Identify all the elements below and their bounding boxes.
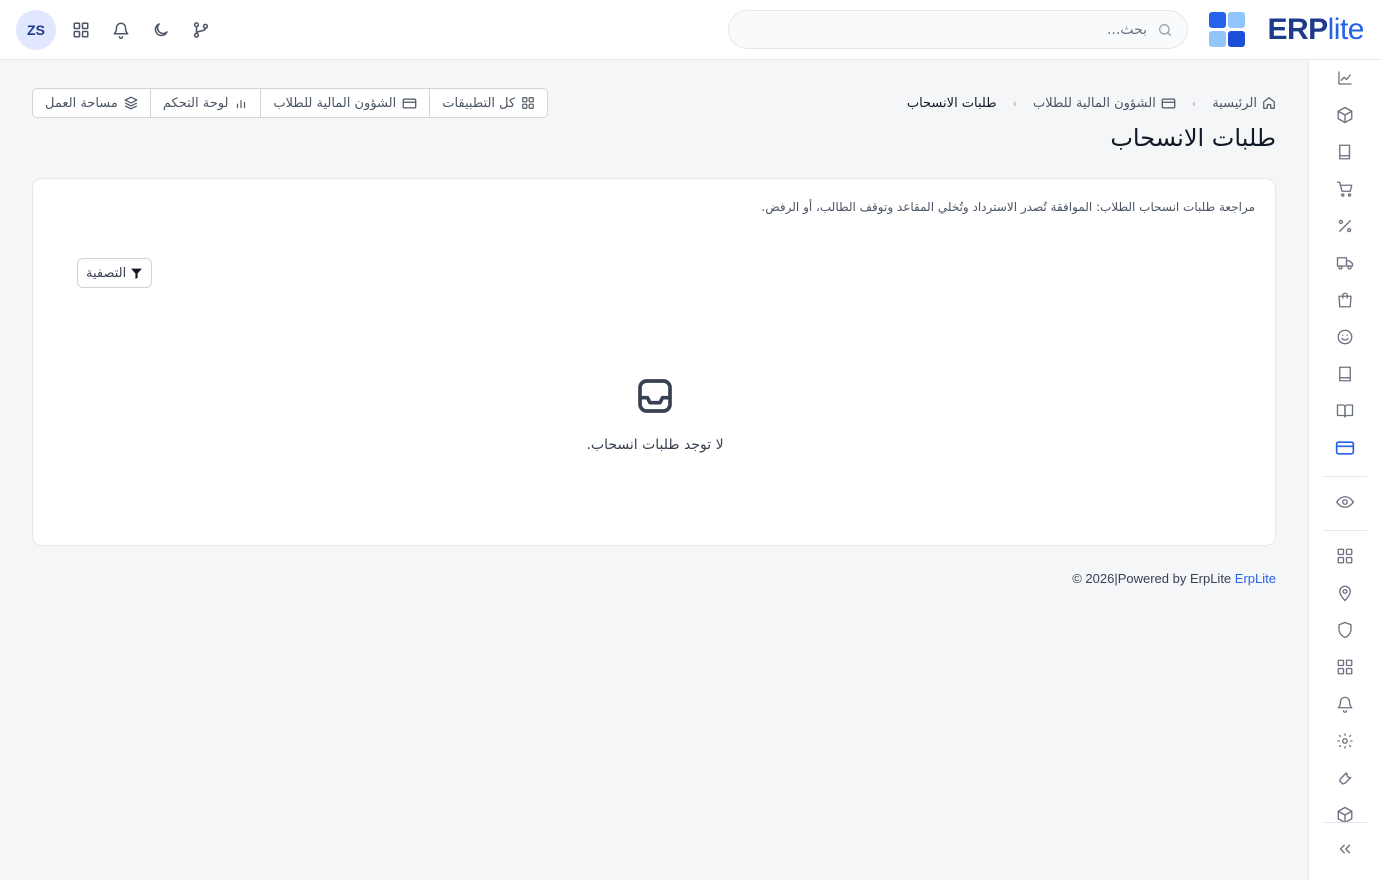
top-header: ERPlite ZS [0,0,1380,60]
grid-icon [1337,548,1353,564]
home-icon [1263,97,1275,109]
sidebar-divider [1323,476,1367,477]
app-tabs: مساحة العمل لوحة التحكم الشؤون المالية ل… [32,88,549,118]
tab-workspace-label: مساحة العمل [45,95,118,111]
git-branch-icon [193,22,209,38]
box-icon [1337,106,1353,124]
sidebar-item-reports[interactable] [1335,68,1355,88]
avatar[interactable]: ZS [16,10,56,50]
bar-chart-icon [237,100,246,109]
footer-link[interactable]: ErpLite [1235,571,1276,586]
breadcrumb-home[interactable]: الرئيسية [1212,96,1276,111]
sidebar-item-library[interactable] [1335,401,1355,421]
sidebar-item-student-finance[interactable] [1335,438,1355,458]
shopping-bag-icon [1338,292,1352,308]
credit-card-icon [402,98,417,108]
sidebar-item-apps[interactable] [1335,546,1355,566]
breadcrumb-section-label: الشؤون المالية للطلاب [1033,95,1156,111]
breadcrumb-home-label: الرئيسية [1212,95,1257,111]
theme-toggle-button[interactable] [141,10,181,50]
settings-icon [1337,733,1353,749]
shield-icon [1338,621,1352,639]
grid-icon [522,97,535,109]
book-icon [1339,144,1351,160]
logo-text: ERPlite [1267,13,1364,46]
empty-state-text: لا توجد طلبات انسحاب. [586,437,724,453]
breadcrumb-section[interactable]: الشؤون المالية للطلاب [1033,96,1176,111]
sidebar-item-notifications[interactable] [1335,694,1355,714]
tab-all-apps[interactable]: كل التطبيقات [430,89,547,117]
footer-text: © 2026|Powered by ErpLite [1072,571,1232,586]
credit-card-icon [1335,441,1355,455]
sidebar-item-security[interactable] [1335,620,1355,640]
search-input[interactable] [767,19,1147,41]
card-description: مراجعة طلبات انسحاب الطلاب: الموافقة تُص… [761,200,1255,214]
filter-icon [131,268,143,279]
chevron-left-icon: ‹ [1191,96,1197,110]
truck-icon [1336,257,1354,270]
filter-button[interactable]: التصفية [77,258,153,288]
map-pin-icon [1339,585,1351,602]
withdrawals-card: مراجعة طلبات انسحاب الطلاب: الموافقة تُص… [32,178,1276,546]
tab-dashboard-label: لوحة التحكم [162,95,229,111]
chart-icon [1338,71,1352,85]
sidebar-item-customers[interactable] [1335,327,1355,347]
sidebar-item-delivery[interactable] [1335,253,1355,273]
tab-all-apps-label: كل التطبيقات [442,95,516,111]
sidebar-item-inventory[interactable] [1335,105,1355,125]
tab-dashboard[interactable]: لوحة التحكم [151,89,262,117]
bell-icon [1337,696,1353,713]
sidebar-item-purchases[interactable] [1335,290,1355,310]
sidebar-item-locations[interactable] [1335,583,1355,603]
tab-student-finance[interactable]: الشؤون المالية للطلاب [261,89,431,117]
git-branch-button[interactable] [181,10,221,50]
apps-grid-icon [73,22,89,38]
tab-student-finance-label: الشؤون المالية للطلاب [273,95,397,111]
search-box[interactable] [728,10,1188,49]
sidebar-collapse-button[interactable] [1335,839,1355,859]
book-open-icon [1336,404,1354,418]
grid-icon [1337,659,1353,675]
notebook-icon [1339,366,1351,382]
eye-icon [1336,496,1354,508]
logo-mark-icon [1209,12,1247,48]
smile-icon [1337,329,1353,345]
sidebar-item-modules[interactable] [1335,657,1355,677]
percent-icon [1338,219,1352,233]
apps-button[interactable] [61,10,101,50]
credit-card-icon [1161,98,1176,108]
search-icon [1157,22,1173,38]
sidebar-item-settings[interactable] [1335,731,1355,751]
breadcrumb-current: طلبات الانسحاب [906,95,997,111]
sidebar-item-preview[interactable] [1335,492,1355,512]
layers-icon [124,96,138,110]
moon-icon [154,23,168,37]
page-title: طلبات الانسحاب [1110,124,1276,152]
sidebar-divider [1323,822,1367,823]
app-logo[interactable]: ERPlite [1209,11,1365,49]
sidebar-divider [1323,530,1367,531]
sidebar-item-discounts[interactable] [1335,216,1355,236]
sidebar [1308,60,1380,880]
tab-workspace[interactable]: مساحة العمل [33,89,151,117]
breadcrumb: الرئيسية ‹ الشؤون المالية للطلاب ‹ طلبات… [907,93,1276,113]
footer: © 2026|Powered by ErpLite ErpLite [1072,571,1276,586]
cart-icon [1336,181,1353,197]
inbox-icon [635,376,675,416]
chevrons-right-icon [1339,844,1351,854]
sidebar-item-sales[interactable] [1335,179,1355,199]
sidebar-item-tools[interactable] [1335,768,1355,788]
filter-button-label: التصفية [86,265,127,281]
notifications-button[interactable] [101,10,141,50]
sidebar-item-courses[interactable] [1335,364,1355,384]
chevron-left-icon: ‹ [1012,96,1017,110]
sidebar-item-accounting[interactable] [1335,142,1355,162]
bell-icon [113,22,129,39]
wrench-icon [1339,772,1352,785]
